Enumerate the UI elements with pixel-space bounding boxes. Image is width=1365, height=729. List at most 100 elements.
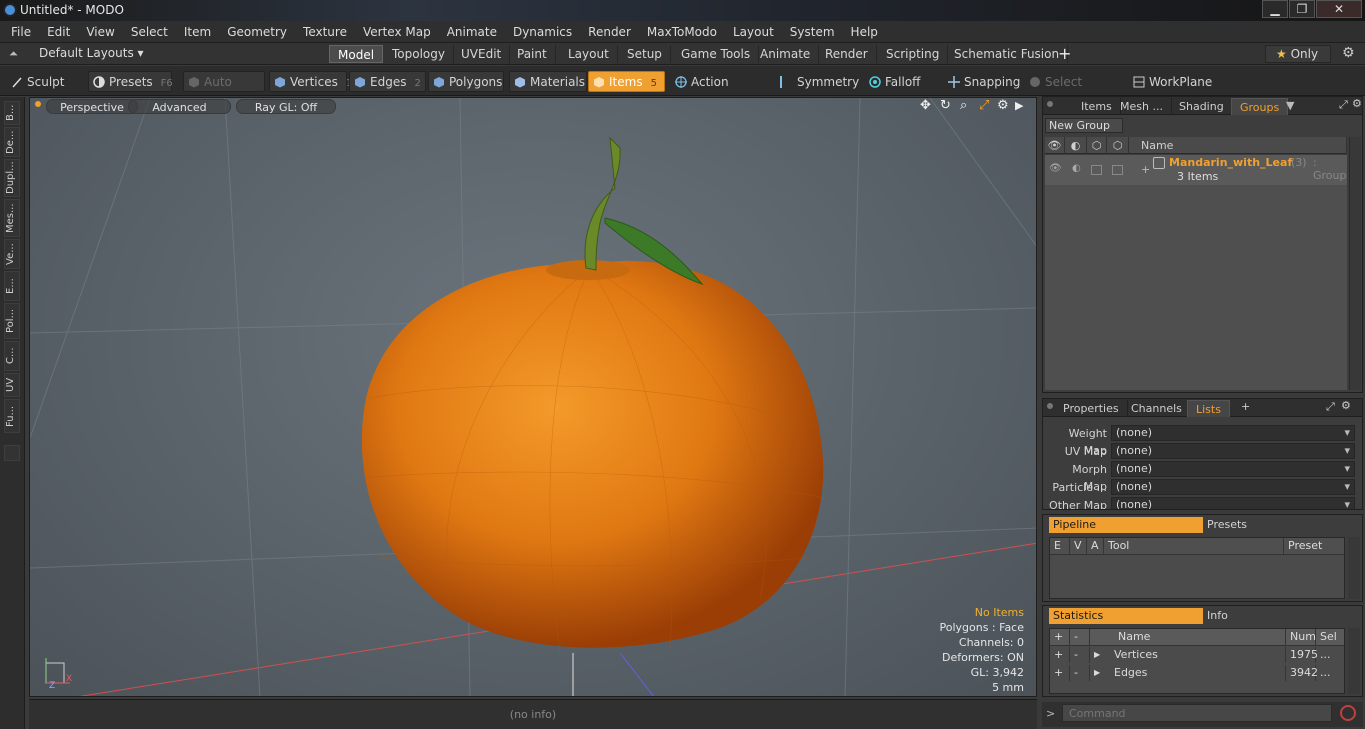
materials-button[interactable]: Materials xyxy=(509,71,587,92)
row-plus-button[interactable]: + xyxy=(1050,647,1070,663)
only-toggle[interactable]: ★ Only xyxy=(1265,45,1331,63)
strip-tab-uv[interactable]: UV xyxy=(4,373,20,397)
workplane-button[interactable]: WorkPlane xyxy=(1128,71,1212,92)
strip-tab-mesh[interactable]: Mes... xyxy=(4,199,20,237)
viewport-more-icon[interactable]: ▶ xyxy=(1015,99,1023,112)
tab-setup[interactable]: Setup xyxy=(619,45,671,63)
tab-groups[interactable]: Groups xyxy=(1231,98,1289,115)
strip-tab-duplicate[interactable]: Dupl... xyxy=(4,159,20,197)
table-row[interactable]: + - ▶ Edges 3942 ... xyxy=(1050,665,1344,683)
presets-button[interactable]: Presets F6 xyxy=(88,71,173,92)
tab-layout[interactable]: Layout xyxy=(560,45,618,63)
strip-tab-basic[interactable]: B... xyxy=(4,101,20,125)
expand-icon[interactable]: ⤢ xyxy=(1326,400,1335,414)
layout-collapse-icon[interactable]: ⏶ xyxy=(9,47,18,61)
rotate-view-icon[interactable]: ↻ xyxy=(940,98,951,113)
row-plus-button[interactable]: + xyxy=(1050,665,1070,681)
info-tab[interactable]: Info xyxy=(1203,608,1357,624)
items-button[interactable]: Items 5 xyxy=(588,71,665,92)
group-row[interactable]: 👁 ◐ + Mandarin_with_Leaf (3) : Group 3 I… xyxy=(1045,155,1347,185)
strip-small-button[interactable] xyxy=(4,445,20,461)
menu-edit[interactable]: Edit xyxy=(39,21,78,43)
uv-map-select[interactable]: (none) xyxy=(1111,443,1355,459)
table-row[interactable]: + - ▶ Vertices 1975 ... xyxy=(1050,647,1344,665)
raygl-toggle[interactable]: Ray GL: Off xyxy=(236,99,336,114)
minimize-button[interactable]: ▁ xyxy=(1262,0,1288,18)
lock-col-icon[interactable]: ⬡ xyxy=(1087,137,1107,154)
menu-render[interactable]: Render xyxy=(580,21,639,43)
menu-system[interactable]: System xyxy=(782,21,843,43)
menu-file[interactable]: File xyxy=(0,21,39,43)
tab-scripting[interactable]: Scripting xyxy=(878,45,949,63)
tab-schematic-fusion[interactable]: Schematic Fusion xyxy=(946,45,1069,63)
row-expand-icon[interactable]: ▶ xyxy=(1090,647,1106,663)
tab-properties[interactable]: Properties xyxy=(1055,400,1128,417)
perspective-dropdown[interactable]: Perspective xyxy=(46,99,138,114)
groups-scrollbar[interactable] xyxy=(1349,137,1361,390)
other-map-select[interactable]: (none) xyxy=(1111,497,1355,509)
menu-vertex-map[interactable]: Vertex Map xyxy=(355,21,439,43)
menu-dynamics[interactable]: Dynamics xyxy=(505,21,580,43)
tab-render[interactable]: Render xyxy=(817,45,877,63)
strip-tab-curve[interactable]: C... xyxy=(4,341,20,371)
panel-gear-icon[interactable]: ⚙ xyxy=(1341,399,1351,412)
statistics-tab[interactable]: Statistics xyxy=(1049,608,1203,624)
row-minus-button[interactable]: - xyxy=(1070,647,1090,663)
action-center-button[interactable]: Action Center xyxy=(670,71,766,110)
command-input[interactable] xyxy=(1062,704,1332,722)
strip-tab-deform[interactable]: De... xyxy=(4,127,20,157)
add-tab-button[interactable]: + xyxy=(1241,400,1250,413)
default-layouts-dropdown[interactable]: Default Layouts ▾ xyxy=(39,46,144,60)
sculpt-button[interactable]: Sculpt xyxy=(6,71,80,92)
menu-texture[interactable]: Texture xyxy=(295,21,355,43)
menu-maxtomodo[interactable]: MaxToModo xyxy=(639,21,725,43)
polygons-button[interactable]: Polygons xyxy=(428,71,504,92)
maximize-button[interactable]: ❐ xyxy=(1289,0,1315,18)
fit-view-icon[interactable]: ⤢ xyxy=(979,98,989,113)
select-col-icon[interactable]: ⬡ xyxy=(1107,137,1129,154)
tab-paint[interactable]: Paint xyxy=(509,45,556,63)
strip-tab-vertex[interactable]: Ve... xyxy=(4,239,20,269)
morph-map-select[interactable]: (none) xyxy=(1111,461,1355,477)
tabs-dropdown-icon[interactable]: ▼ xyxy=(1286,99,1294,112)
menu-item[interactable]: Item xyxy=(176,21,219,43)
render-col-icon[interactable]: ◐ xyxy=(1065,137,1087,154)
row-select-checkbox[interactable] xyxy=(1112,165,1123,175)
tab-game-tools[interactable]: Game Tools xyxy=(673,45,760,63)
edges-button[interactable]: Edges 2 xyxy=(349,71,426,92)
auto-select-button[interactable]: Auto Select xyxy=(183,71,265,110)
select-through-button[interactable]: Select Through xyxy=(1024,71,1124,110)
visibility-col-icon[interactable]: 👁 xyxy=(1045,137,1065,154)
3d-viewport[interactable]: X Z Perspective Advanced Ray GL: Off ✥ ↻… xyxy=(29,97,1037,697)
tab-uvedit[interactable]: UVEdit xyxy=(453,45,511,63)
menu-select[interactable]: Select xyxy=(123,21,176,43)
menu-layout[interactable]: Layout xyxy=(725,21,782,43)
tab-animate[interactable]: Animate xyxy=(752,45,820,63)
presets-tab[interactable]: Presets xyxy=(1203,517,1357,533)
row-expand-icon[interactable]: ▶ xyxy=(1090,665,1106,681)
statistics-scrollbar[interactable] xyxy=(1348,628,1360,694)
row-render-icon[interactable]: ◐ xyxy=(1072,163,1081,174)
tab-mesh[interactable]: Mesh ... xyxy=(1112,98,1172,115)
advanced-dropdown[interactable]: Advanced xyxy=(128,99,231,114)
weight-map-select[interactable]: (none) xyxy=(1111,425,1355,441)
tab-shading[interactable]: Shading xyxy=(1171,98,1233,115)
row-minus-button[interactable]: - xyxy=(1070,665,1090,681)
menu-view[interactable]: View xyxy=(78,21,122,43)
strip-tab-polygon[interactable]: Pol... xyxy=(4,303,20,339)
tab-channels[interactable]: Channels xyxy=(1123,400,1191,417)
particle-select[interactable]: (none) xyxy=(1111,479,1355,495)
pipeline-scrollbar[interactable] xyxy=(1348,537,1360,599)
zoom-view-icon[interactable]: ⌕ xyxy=(960,98,967,113)
tab-model[interactable]: Model xyxy=(329,45,384,63)
strip-tab-fusion[interactable]: Fu... xyxy=(4,399,20,433)
new-group-button[interactable]: New Group xyxy=(1045,118,1123,133)
panel-gear-icon[interactable]: ⚙ xyxy=(1352,97,1362,110)
viewport-gear-icon[interactable]: ⚙ xyxy=(997,98,1009,113)
row-visibility-icon[interactable]: 👁 xyxy=(1049,163,1062,174)
tab-topology[interactable]: Topology xyxy=(384,45,454,63)
record-icon[interactable] xyxy=(1340,705,1356,721)
pipeline-tab[interactable]: Pipeline xyxy=(1049,517,1203,533)
menu-help[interactable]: Help xyxy=(843,21,886,43)
expand-icon[interactable]: ⤢ xyxy=(1339,98,1348,112)
